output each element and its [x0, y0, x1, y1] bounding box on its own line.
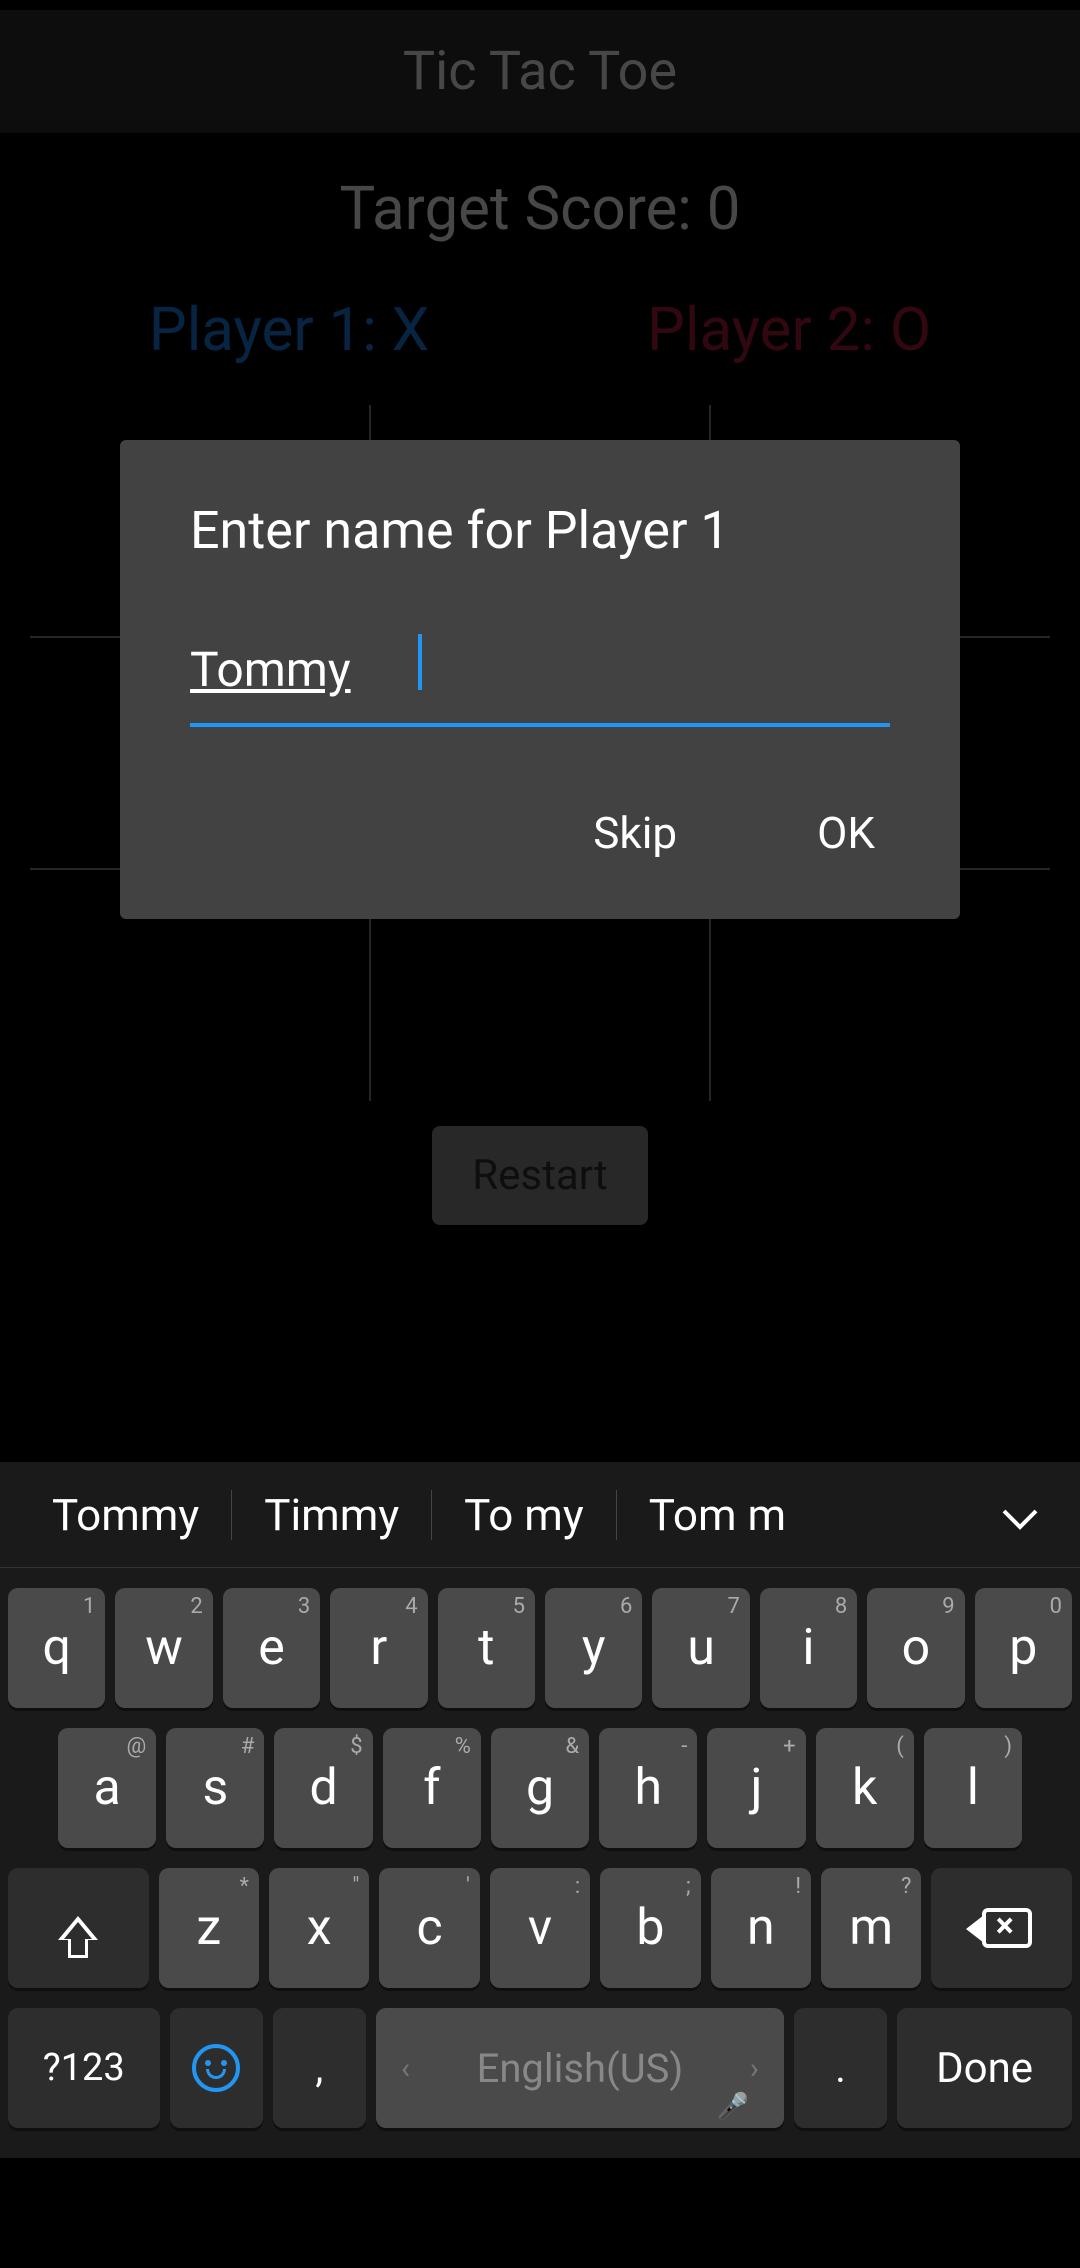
space-label: English(US)	[477, 2045, 684, 2092]
key-c[interactable]: c'	[379, 1868, 479, 1988]
key-o[interactable]: o9	[867, 1588, 964, 1708]
chevron-left-icon: ‹	[401, 2051, 410, 2086]
suggestion-item[interactable]: Tom m	[617, 1489, 797, 1541]
space-key[interactable]: ‹ English(US) › 🎤	[376, 2008, 784, 2128]
backspace-icon	[982, 1908, 1032, 1948]
key-y[interactable]: y6	[545, 1588, 642, 1708]
key-p[interactable]: p0	[975, 1588, 1072, 1708]
key-row-1: q1w2e3r4t5y6u7i8o9p0	[8, 1588, 1072, 1708]
dialog-actions: Skip OK	[190, 807, 890, 879]
key-l[interactable]: l)	[924, 1728, 1022, 1848]
key-row-3: z*x"c'v:b;n!m?	[8, 1868, 1072, 1988]
key-row-2: a@s#d$f%g&h-j+k(l)	[8, 1728, 1072, 1848]
skip-button[interactable]: Skip	[593, 807, 677, 859]
key-d[interactable]: d$	[274, 1728, 372, 1848]
name-dialog: Enter name for Player 1 Skip OK	[120, 440, 960, 919]
keyboard-area: Tommy Timmy To my Tom m q1w2e3r4t5y6u7i8…	[0, 1462, 1080, 2268]
suggestion-item[interactable]: To my	[432, 1489, 616, 1541]
shift-key[interactable]	[8, 1868, 149, 1988]
emoji-icon	[192, 2044, 240, 2092]
key-s[interactable]: s#	[166, 1728, 264, 1848]
emoji-key[interactable]	[170, 2008, 263, 2128]
input-wrapper	[190, 631, 890, 727]
key-f[interactable]: f%	[383, 1728, 481, 1848]
player-name-input[interactable]	[190, 631, 890, 727]
suggestion-item[interactable]: Timmy	[232, 1489, 431, 1541]
key-i[interactable]: i8	[760, 1588, 857, 1708]
key-row-4: ?123 , ‹ English(US) › 🎤 . Done	[8, 2008, 1072, 2128]
done-key[interactable]: Done	[897, 2008, 1072, 2128]
key-z[interactable]: z*	[159, 1868, 259, 1988]
backspace-key[interactable]	[931, 1868, 1072, 1988]
text-cursor	[418, 634, 422, 690]
key-e[interactable]: e3	[223, 1588, 320, 1708]
key-w[interactable]: w2	[115, 1588, 212, 1708]
keyboard: q1w2e3r4t5y6u7i8o9p0 a@s#d$f%g&h-j+k(l) …	[0, 1568, 1080, 2158]
suggestion-bar: Tommy Timmy To my Tom m	[0, 1462, 1080, 1568]
symbols-key[interactable]: ?123	[8, 2008, 160, 2128]
key-j[interactable]: j+	[707, 1728, 805, 1848]
key-x[interactable]: x"	[269, 1868, 369, 1988]
chevron-down-icon[interactable]	[980, 1486, 1060, 1544]
chevron-right-icon: ›	[750, 2051, 759, 2086]
ok-button[interactable]: OK	[817, 807, 875, 859]
key-b[interactable]: b;	[600, 1868, 700, 1988]
key-k[interactable]: k(	[816, 1728, 914, 1848]
key-q[interactable]: q1	[8, 1588, 105, 1708]
suggestion-item[interactable]: Tommy	[20, 1489, 231, 1541]
mic-icon: 🎤	[717, 2092, 749, 2122]
nav-bar	[0, 2158, 1080, 2268]
key-g[interactable]: g&	[491, 1728, 589, 1848]
key-m[interactable]: m?	[821, 1868, 921, 1988]
key-a[interactable]: a@	[58, 1728, 156, 1848]
key-u[interactable]: u7	[652, 1588, 749, 1708]
period-key[interactable]: .	[794, 2008, 887, 2128]
key-t[interactable]: t5	[438, 1588, 535, 1708]
key-r[interactable]: r4	[330, 1588, 427, 1708]
key-h[interactable]: h-	[599, 1728, 697, 1848]
key-n[interactable]: n!	[711, 1868, 811, 1988]
comma-key[interactable]: ,	[273, 2008, 366, 2128]
dialog-title: Enter name for Player 1	[190, 500, 890, 561]
key-v[interactable]: v:	[490, 1868, 590, 1988]
